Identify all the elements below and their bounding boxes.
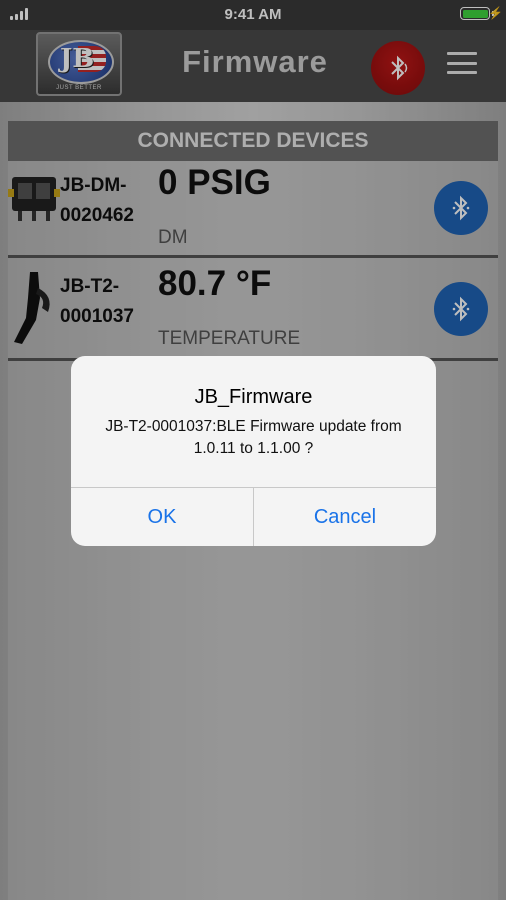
app-screen: 9:41 AM ⚡ JB JUST BETTER Firmware CONNEC…	[0, 0, 506, 900]
alert-message: JB-T2-0001037:BLE Firmware update from 1…	[105, 418, 402, 457]
cancel-button[interactable]: Cancel	[254, 488, 436, 546]
ok-button[interactable]: OK	[71, 488, 253, 546]
firmware-update-alert: JB_Firmware JB-T2-0001037:BLE Firmware u…	[71, 356, 436, 546]
alert-title: JB_Firmware	[194, 386, 313, 408]
